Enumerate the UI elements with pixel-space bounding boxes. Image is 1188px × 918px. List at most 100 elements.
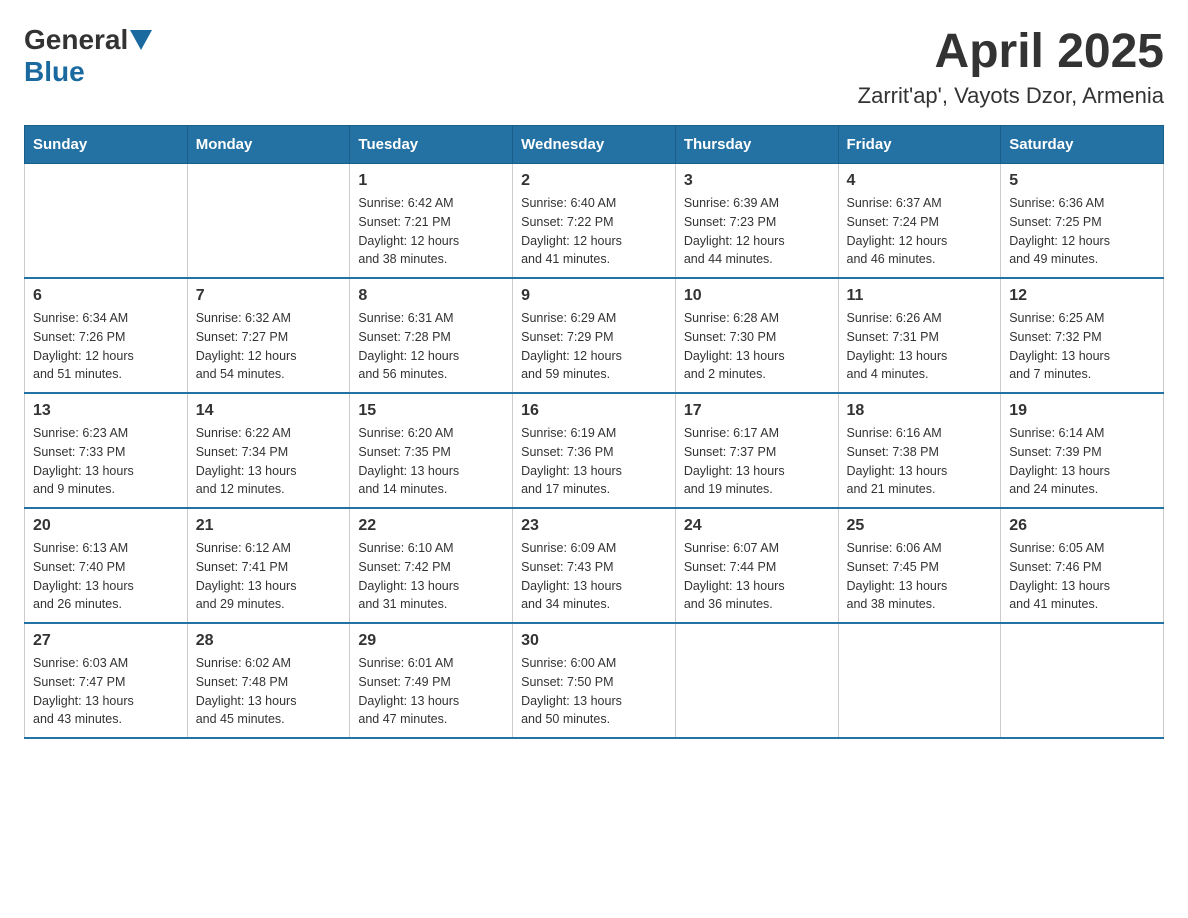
calendar-cell: 27 Sunrise: 6:03 AM Sunset: 7:47 PM Dayli… (25, 623, 188, 738)
calendar-day-header: Wednesday (513, 126, 676, 164)
day-info: Sunrise: 6:26 AM Sunset: 7:31 PM Dayligh… (847, 309, 993, 384)
day-number: 28 (196, 632, 342, 650)
day-info: Sunrise: 6:37 AM Sunset: 7:24 PM Dayligh… (847, 194, 993, 269)
calendar-cell: 18Sunrise: 6:16 AM Sunset: 7:38 PM Dayli… (838, 393, 1001, 508)
day-info: Sunrise: 6:29 AM Sunset: 7:29 PM Dayligh… (521, 309, 667, 384)
day-info: Sunrise: 6:16 AM Sunset: 7:38 PM Dayligh… (847, 424, 993, 499)
calendar-cell: 16 Sunrise: 6:19 AM Sunset: 7:36 PM Dayli… (513, 393, 676, 508)
day-number: 8 (358, 287, 504, 305)
day-number: 17 (684, 402, 830, 420)
day-number: 4 (847, 172, 993, 190)
day-number: 6 (33, 287, 179, 305)
day-info: Sunrise: 6:25 AM Sunset: 7:32 PM Dayligh… (1009, 309, 1155, 384)
day-info: Sunrise: 6:22 AM Sunset: 7:34 PM Dayligh… (196, 424, 342, 499)
calendar-header: SundayMondayTuesdayWednesdayThursdayFrid… (25, 126, 1164, 164)
calendar-cell: 11 Sunrise: 6:26 AM Sunset: 7:31 PM Dayli… (838, 278, 1001, 393)
day-info: Sunrise: 6:05 AM Sunset: 7:46 PM Dayligh… (1009, 539, 1155, 614)
calendar-cell: 30 Sunrise: 6:00 AM Sunset: 7:50 PM Dayli… (513, 623, 676, 738)
day-number: 13 (33, 402, 179, 420)
page-title: April 2025 (858, 24, 1164, 79)
day-number: 21 (196, 517, 342, 535)
day-info: Sunrise: 6:28 AM Sunset: 7:30 PM Dayligh… (684, 309, 830, 384)
day-info: Sunrise: 6:40 AM Sunset: 7:22 PM Dayligh… (521, 194, 667, 269)
calendar-cell: 2Sunrise: 6:40 AM Sunset: 7:22 PM Daylig… (513, 164, 676, 279)
day-info: Sunrise: 6:14 AM Sunset: 7:39 PM Dayligh… (1009, 424, 1155, 499)
day-info: Sunrise: 6:17 AM Sunset: 7:37 PM Dayligh… (684, 424, 830, 499)
calendar-day-header: Friday (838, 126, 1001, 164)
logo-arrow-icon (130, 30, 152, 50)
calendar-cell: 4 Sunrise: 6:37 AM Sunset: 7:24 PM Daylig… (838, 164, 1001, 279)
calendar-cell (838, 623, 1001, 738)
day-number: 1 (358, 172, 504, 190)
calendar-cell (187, 164, 350, 279)
day-info: Sunrise: 6:36 AM Sunset: 7:25 PM Dayligh… (1009, 194, 1155, 269)
day-info: Sunrise: 6:13 AM Sunset: 7:40 PM Dayligh… (33, 539, 179, 614)
day-info: Sunrise: 6:42 AM Sunset: 7:21 PM Dayligh… (358, 194, 504, 269)
day-number: 29 (358, 632, 504, 650)
calendar-cell: 13 Sunrise: 6:23 AM Sunset: 7:33 PM Dayli… (25, 393, 188, 508)
day-number: 24 (684, 517, 830, 535)
calendar-cell: 12Sunrise: 6:25 AM Sunset: 7:32 PM Dayli… (1001, 278, 1164, 393)
calendar-week-row: 1 Sunrise: 6:42 AM Sunset: 7:21 PM Daylig… (25, 164, 1164, 279)
day-info: Sunrise: 6:09 AM Sunset: 7:43 PM Dayligh… (521, 539, 667, 614)
calendar-cell: 9 Sunrise: 6:29 AM Sunset: 7:29 PM Daylig… (513, 278, 676, 393)
calendar-week-row: 13 Sunrise: 6:23 AM Sunset: 7:33 PM Dayli… (25, 393, 1164, 508)
calendar-day-header: Sunday (25, 126, 188, 164)
day-number: 9 (521, 287, 667, 305)
calendar-cell: 24 Sunrise: 6:07 AM Sunset: 7:44 PM Dayli… (675, 508, 838, 623)
logo: General Blue (24, 24, 152, 88)
day-info: Sunrise: 6:19 AM Sunset: 7:36 PM Dayligh… (521, 424, 667, 499)
day-info: Sunrise: 6:31 AM Sunset: 7:28 PM Dayligh… (358, 309, 504, 384)
day-info: Sunrise: 6:10 AM Sunset: 7:42 PM Dayligh… (358, 539, 504, 614)
day-number: 23 (521, 517, 667, 535)
calendar-cell: 14 Sunrise: 6:22 AM Sunset: 7:34 PM Dayli… (187, 393, 350, 508)
calendar-cell: 5Sunrise: 6:36 AM Sunset: 7:25 PM Daylig… (1001, 164, 1164, 279)
calendar-cell: 3Sunrise: 6:39 AM Sunset: 7:23 PM Daylig… (675, 164, 838, 279)
day-number: 22 (358, 517, 504, 535)
day-info: Sunrise: 6:01 AM Sunset: 7:49 PM Dayligh… (358, 654, 504, 729)
day-info: Sunrise: 6:34 AM Sunset: 7:26 PM Dayligh… (33, 309, 179, 384)
day-number: 27 (33, 632, 179, 650)
calendar-day-header: Tuesday (350, 126, 513, 164)
day-info: Sunrise: 6:00 AM Sunset: 7:50 PM Dayligh… (521, 654, 667, 729)
day-number: 25 (847, 517, 993, 535)
calendar-cell: 23 Sunrise: 6:09 AM Sunset: 7:43 PM Dayli… (513, 508, 676, 623)
calendar-week-row: 27 Sunrise: 6:03 AM Sunset: 7:47 PM Dayli… (25, 623, 1164, 738)
calendar-cell: 6 Sunrise: 6:34 AM Sunset: 7:26 PM Daylig… (25, 278, 188, 393)
calendar-cell: 20 Sunrise: 6:13 AM Sunset: 7:40 PM Dayli… (25, 508, 188, 623)
day-number: 26 (1009, 517, 1155, 535)
day-info: Sunrise: 6:07 AM Sunset: 7:44 PM Dayligh… (684, 539, 830, 614)
page-header: General Blue April 2025 Zarrit'ap', Vayo… (24, 24, 1164, 109)
calendar-week-row: 6 Sunrise: 6:34 AM Sunset: 7:26 PM Daylig… (25, 278, 1164, 393)
page-subtitle: Zarrit'ap', Vayots Dzor, Armenia (858, 83, 1164, 109)
day-number: 11 (847, 287, 993, 305)
day-number: 3 (684, 172, 830, 190)
day-info: Sunrise: 6:20 AM Sunset: 7:35 PM Dayligh… (358, 424, 504, 499)
day-info: Sunrise: 6:03 AM Sunset: 7:47 PM Dayligh… (33, 654, 179, 729)
calendar-day-header: Saturday (1001, 126, 1164, 164)
calendar-cell (1001, 623, 1164, 738)
calendar-cell: 17 Sunrise: 6:17 AM Sunset: 7:37 PM Dayli… (675, 393, 838, 508)
day-number: 10 (684, 287, 830, 305)
day-number: 7 (196, 287, 342, 305)
calendar-cell: 19Sunrise: 6:14 AM Sunset: 7:39 PM Dayli… (1001, 393, 1164, 508)
logo-general-text: General (24, 24, 128, 56)
day-number: 30 (521, 632, 667, 650)
day-info: Sunrise: 6:32 AM Sunset: 7:27 PM Dayligh… (196, 309, 342, 384)
calendar-week-row: 20 Sunrise: 6:13 AM Sunset: 7:40 PM Dayli… (25, 508, 1164, 623)
calendar-day-header: Thursday (675, 126, 838, 164)
calendar-cell: 22 Sunrise: 6:10 AM Sunset: 7:42 PM Dayli… (350, 508, 513, 623)
calendar-cell: 10 Sunrise: 6:28 AM Sunset: 7:30 PM Dayli… (675, 278, 838, 393)
day-number: 14 (196, 402, 342, 420)
calendar-cell: 1 Sunrise: 6:42 AM Sunset: 7:21 PM Daylig… (350, 164, 513, 279)
calendar-cell (25, 164, 188, 279)
day-info: Sunrise: 6:06 AM Sunset: 7:45 PM Dayligh… (847, 539, 993, 614)
calendar-cell: 7 Sunrise: 6:32 AM Sunset: 7:27 PM Daylig… (187, 278, 350, 393)
calendar-cell: 29 Sunrise: 6:01 AM Sunset: 7:49 PM Dayli… (350, 623, 513, 738)
calendar-cell: 21Sunrise: 6:12 AM Sunset: 7:41 PM Dayli… (187, 508, 350, 623)
day-number: 20 (33, 517, 179, 535)
calendar-cell (675, 623, 838, 738)
day-number: 16 (521, 402, 667, 420)
day-info: Sunrise: 6:23 AM Sunset: 7:33 PM Dayligh… (33, 424, 179, 499)
day-number: 15 (358, 402, 504, 420)
